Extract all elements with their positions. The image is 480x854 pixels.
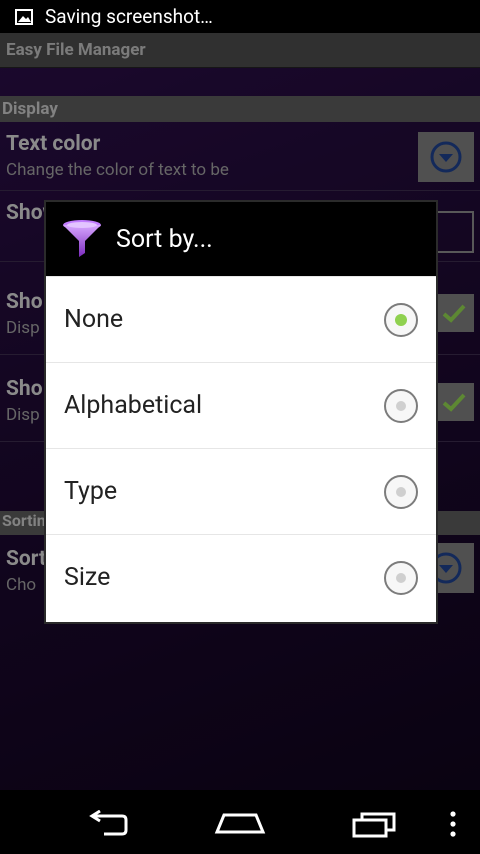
option-label: Type (64, 477, 118, 506)
overflow-menu-icon[interactable] (448, 810, 458, 838)
funnel-icon (63, 220, 101, 257)
sort-by-dialog: Sort by... None Alphabetical Type Size (46, 202, 436, 622)
back-icon[interactable] (84, 810, 132, 836)
radio-button[interactable] (384, 388, 418, 423)
option-size[interactable]: Size (46, 534, 436, 620)
home-icon[interactable] (214, 812, 266, 834)
option-alphabetical[interactable]: Alphabetical (46, 362, 436, 448)
option-label: Size (64, 563, 111, 592)
status-bar: Saving screenshot… (0, 0, 480, 33)
radio-button[interactable] (384, 474, 418, 509)
option-label: Alphabetical (64, 391, 203, 420)
recent-apps-icon[interactable] (350, 810, 398, 838)
navigation-bar (0, 790, 480, 854)
image-icon (15, 8, 33, 25)
dialog-title: Sort by... (116, 224, 213, 254)
radio-button[interactable] (384, 560, 418, 595)
option-label: None (64, 305, 124, 334)
radio-button-selected[interactable] (384, 302, 418, 337)
status-text: Saving screenshot… (45, 5, 213, 28)
dialog-header: Sort by... (46, 202, 436, 276)
option-type[interactable]: Type (46, 448, 436, 534)
option-none[interactable]: None (46, 276, 436, 362)
